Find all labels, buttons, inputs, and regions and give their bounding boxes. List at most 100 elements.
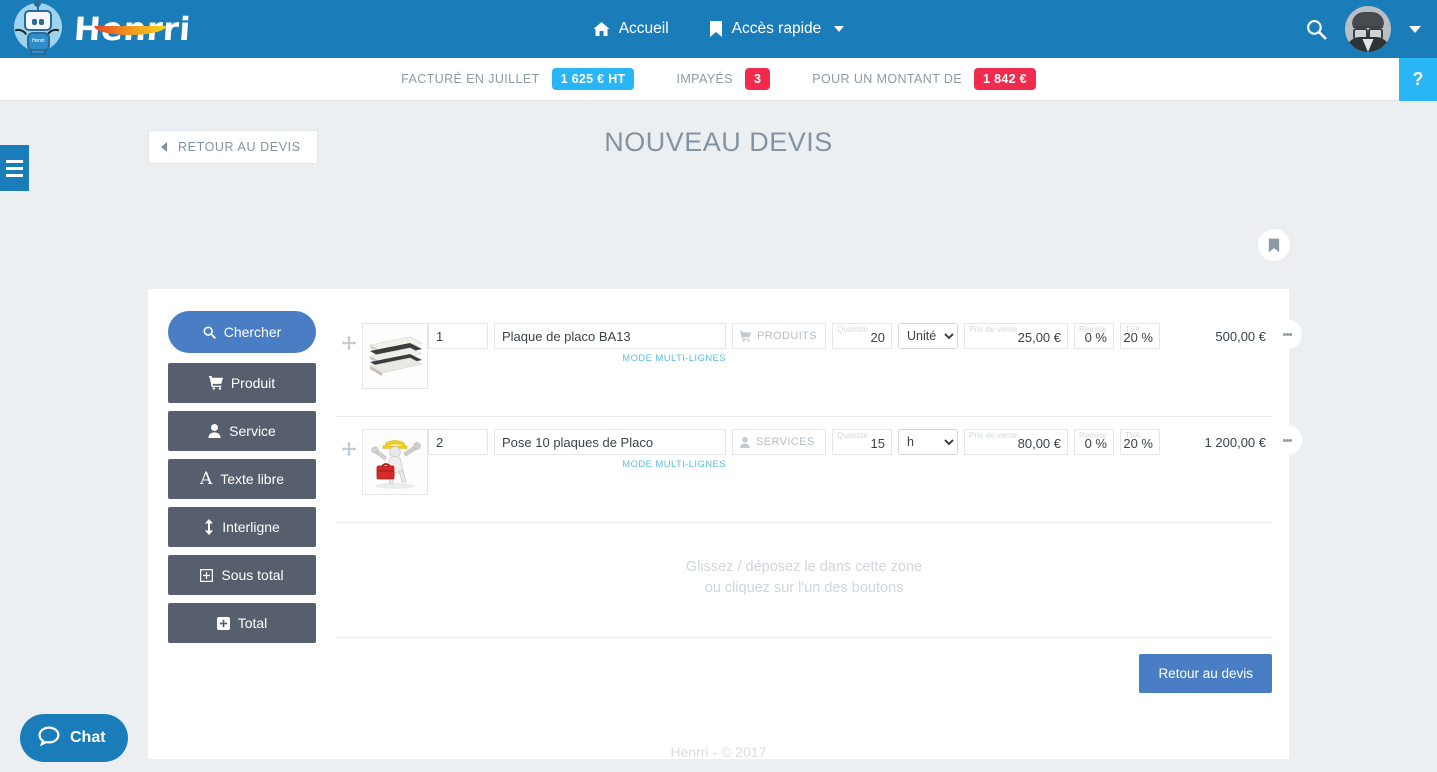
page-body: RETOUR AU DEVIS NOUVEAU DEVIS Chercher P…: [0, 101, 1437, 772]
line-vat-value: 20 %: [1123, 436, 1153, 451]
multiline-mode-link[interactable]: MODE MULTI-LIGNES: [622, 353, 726, 364]
sidebar-item-interligne[interactable]: Interligne: [168, 507, 316, 547]
bookmark-icon: [709, 21, 723, 37]
stat-amount-label: POUR UN MONTANT DE: [812, 72, 963, 86]
line-description-input[interactable]: [494, 429, 726, 455]
line-fields: MODE MULTI-LIGNES PRODUITS Quantité 20 U…: [428, 323, 1272, 364]
line-discount-field[interactable]: Remise 0 %: [1074, 429, 1114, 455]
stat-unpaid-badge: 3: [744, 68, 771, 90]
line-price-field[interactable]: Prix de vente 80,00 €: [964, 429, 1068, 455]
table-row: MODE MULTI-LIGNES PRODUITS Quantité 20 U…: [336, 311, 1302, 417]
price-label: Prix de vente: [969, 325, 1017, 334]
stat-factured: FACTURÉ EN JUILLET 1 625 € HT: [401, 68, 635, 90]
plasterboard-stack-image: [364, 325, 426, 387]
plus-square-filled-icon: [216, 616, 230, 630]
cart-icon: [740, 330, 751, 342]
line-unit-select[interactable]: Unité: [898, 323, 958, 349]
line-price-value: 80,00 €: [1017, 436, 1061, 451]
user-avatar[interactable]: [1345, 6, 1391, 52]
stat-unpaid-label: IMPAYÉS: [676, 72, 733, 86]
line-quantity-value: 15: [870, 436, 885, 451]
bookmark-button[interactable]: [1258, 229, 1290, 261]
nav-item-acces-rapide-label: Accès rapide: [731, 20, 822, 37]
line-price-field[interactable]: Prix de vente 25,00 €: [964, 323, 1068, 349]
line-vat-field[interactable]: TVA 20 %: [1120, 429, 1160, 455]
bookmark-icon: [1268, 238, 1280, 252]
submit-back-to-quote-button[interactable]: Retour au devis: [1139, 654, 1272, 693]
sidebar-item-sous-total-label: Sous total: [221, 567, 284, 583]
line-vat-value: 20 %: [1123, 330, 1153, 345]
drag-handle-icon[interactable]: [336, 429, 362, 456]
line-quantity-value: 20: [870, 330, 885, 345]
line-category[interactable]: PRODUITS: [732, 323, 826, 349]
line-category-label: SERVICES: [756, 436, 815, 448]
chat-button[interactable]: Chat: [20, 714, 128, 762]
nav-item-acces-rapide[interactable]: Accès rapide: [709, 20, 845, 38]
multiline-mode-link[interactable]: MODE MULTI-LIGNES: [622, 459, 726, 470]
quote-lines: MODE MULTI-LIGNES PRODUITS Quantité 20 U…: [336, 311, 1302, 693]
line-description-input[interactable]: [494, 323, 726, 349]
line-discount-field[interactable]: Remise 0 %: [1074, 323, 1114, 349]
user-menu-chevron-down-icon[interactable]: [1409, 25, 1421, 33]
sidebar-item-interligne-label: Interligne: [222, 519, 280, 535]
sidebar-item-service-label: Service: [229, 423, 276, 439]
search-icon: [203, 326, 216, 339]
stat-factured-label: FACTURÉ EN JUILLET: [401, 72, 540, 86]
line-price-value: 25,00 €: [1017, 330, 1061, 345]
page-title: NOUVEAU DEVIS: [604, 127, 833, 157]
line-quantity-field[interactable]: Quantité 20: [832, 323, 892, 349]
cart-icon: [208, 376, 223, 390]
stat-amount: POUR UN MONTANT DE 1 842 €: [812, 68, 1036, 90]
line-quantity-field[interactable]: Quantité 15: [832, 429, 892, 455]
line-vat-field[interactable]: TVA 20 %: [1120, 323, 1160, 349]
line-total: 500,00 €: [1215, 329, 1266, 344]
page-footer: Henrri - © 2017: [670, 744, 767, 760]
line-options-button[interactable]: [1272, 319, 1302, 349]
line-category-label: PRODUITS: [757, 330, 818, 342]
line-category[interactable]: SERVICES: [732, 429, 826, 455]
nav-item-accueil-label: Accueil: [618, 20, 669, 37]
stat-unpaid: IMPAYÉS 3: [676, 68, 771, 90]
line-thumbnail[interactable]: [362, 429, 428, 495]
sidebar-item-sous-total[interactable]: Sous total: [168, 555, 316, 595]
chat-button-label: Chat: [70, 729, 106, 746]
line-type-sidebar: Chercher Produit Service A Texte libre I…: [168, 311, 316, 693]
top-navbar: Henrri Henrri Accueil Accès rapide: [0, 0, 1437, 58]
stats-bar: FACTURÉ EN JUILLET 1 625 € HT IMPAYÉS 3 …: [0, 58, 1437, 101]
arrows-v-icon: [204, 519, 214, 535]
sidebar-item-chercher-label: Chercher: [223, 324, 282, 340]
page-header: RETOUR AU DEVIS NOUVEAU DEVIS: [0, 101, 1437, 165]
drag-handle-icon[interactable]: [336, 323, 362, 350]
nav-item-accueil[interactable]: Accueil: [593, 20, 669, 38]
sidebar-item-texte-libre-label: Texte libre: [220, 471, 285, 487]
chevron-down-icon: [834, 26, 845, 32]
sidebar-item-total[interactable]: Total: [168, 603, 316, 643]
sidebar-item-produit-label: Produit: [230, 375, 276, 391]
sidebar-item-produit[interactable]: Produit: [168, 363, 316, 403]
person-icon: [208, 424, 221, 438]
text-icon: A: [199, 468, 213, 489]
table-row: MODE MULTI-LIGNES SERVICES Quantité 15 h: [336, 417, 1302, 523]
drop-zone[interactable]: Glissez / déposez le dans cette zone ou …: [336, 523, 1272, 638]
brand-logo[interactable]: Henrri Henrri: [0, 0, 260, 58]
sidebar-item-texte-libre[interactable]: A Texte libre: [168, 459, 316, 499]
drop-zone-line2: ou cliquez sur l'un des boutons: [704, 580, 904, 596]
quantity-label: Quantité: [837, 325, 869, 334]
search-icon[interactable]: [1306, 19, 1327, 40]
line-reference-input[interactable]: [428, 323, 488, 349]
help-button[interactable]: ?: [1399, 58, 1437, 101]
hamburger-icon-bar: [6, 173, 23, 177]
line-options-button[interactable]: [1272, 425, 1302, 455]
sidebar-item-service[interactable]: Service: [168, 411, 316, 451]
line-unit-select[interactable]: h: [898, 429, 958, 455]
sidebar-item-chercher[interactable]: Chercher: [168, 311, 316, 353]
stat-amount-badge: 1 842 €: [974, 68, 1036, 90]
line-thumbnail[interactable]: [362, 323, 428, 389]
quote-editor-card: Chercher Produit Service A Texte libre I…: [148, 289, 1302, 759]
person-icon: [740, 436, 750, 448]
worker-toolbox-image: [364, 431, 426, 493]
line-reference-input[interactable]: [428, 429, 488, 455]
line-fields: MODE MULTI-LIGNES SERVICES Quantité 15 h: [428, 429, 1272, 470]
drop-zone-line1: Glissez / déposez le dans cette zone: [685, 559, 923, 575]
line-discount-value: 0 %: [1084, 330, 1107, 345]
